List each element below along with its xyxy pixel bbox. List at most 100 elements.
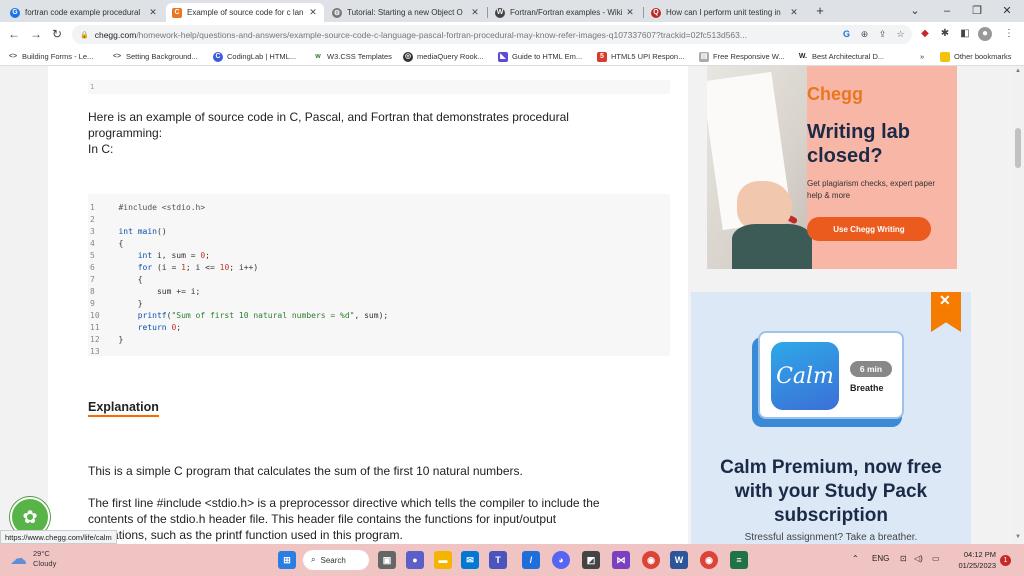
calm-headline: Calm Premium, now free with your Study P… [720,457,942,526]
activity-label: Breathe [850,383,884,393]
chrome-active-icon[interactable]: ◉ [700,551,718,569]
tab-tutorial[interactable]: ⚙ Tutorial: Starting a new Object O ✕ [326,3,486,22]
google-icon: G [10,7,20,18]
line-number: 10 [90,311,100,320]
bookmark-item[interactable]: <> Building Forms - Le... [8,50,93,63]
extension-icon[interactable]: ◆ [918,27,932,41]
address-bar[interactable]: 🔒 chegg.com/homework-help/questions-and-… [72,25,912,44]
menu-kebab-icon[interactable]: ⋮ [1002,27,1016,41]
profile-avatar-icon[interactable]: ● [978,27,992,41]
weather-temp: 29°C [33,549,50,558]
folder-icon [940,51,950,62]
cloud-icon: ☁ [10,549,27,568]
tab-search-button[interactable]: ⌄ [900,2,930,20]
network-icon[interactable]: ⊡ [900,554,907,563]
weather-widget[interactable]: ☁ 29°C Cloudy [10,549,56,569]
detail-line: contents of the stdio.h header file. Thi… [88,512,557,526]
chegg-ad[interactable]: Chegg Writing lab closed? Get plagiarism… [707,66,957,269]
other-bookmarks[interactable]: Other bookmarks [940,50,1012,63]
notes-icon[interactable]: ≡ [730,551,748,569]
html5-icon: 5 [597,51,607,62]
close-ad-icon[interactable]: ✕ [939,292,951,309]
close-tab-icon[interactable]: ✕ [789,7,799,18]
w-icon: W. [798,52,808,60]
bookmark-item[interactable]: ▤ Free Responsive W... [699,50,785,63]
bookmark-item[interactable]: <> Setting Background... [112,50,198,63]
tab-google-search[interactable]: G fortran code example procedural ✕ [4,3,164,22]
volume-icon[interactable]: ◁) [914,554,923,563]
code-text: return 0; [137,323,182,332]
file-explorer-icon[interactable]: ▬ [434,551,452,569]
close-tab-icon[interactable]: ✕ [470,7,480,18]
extensions-puzzle-icon[interactable]: ✱ [938,27,952,41]
tab-quora[interactable]: Q How can I perform unit testing in ✕ [645,3,805,22]
editor-icon[interactable]: / [522,551,540,569]
line-number: 8 [90,287,95,296]
chat-icon[interactable]: ● [406,551,424,569]
back-arrow-icon[interactable]: ← [6,26,22,42]
start-windows-icon[interactable]: ⊞ [278,551,296,569]
use-chegg-writing-button[interactable]: Use Chegg Writing [807,217,931,241]
code-text: } [104,299,143,308]
line-number: 4 [90,239,95,248]
bookmark-item[interactable]: w W3.CSS Templates [313,50,392,63]
close-tab-icon[interactable]: ✕ [148,7,158,18]
visual-studio-icon[interactable]: ⋈ [612,551,630,569]
notification-badge[interactable]: 1 [1000,555,1011,566]
teams-icon[interactable]: T [489,551,507,569]
calm-ad[interactable]: ✕ Calm 6 min Breathe Calm Premium, now f… [691,292,971,544]
bookmark-star-icon[interactable]: ☆ [894,28,907,41]
scroll-thumb[interactable] [1015,128,1021,168]
battery-icon[interactable]: ▭ [932,554,940,563]
tray-overflow-icon[interactable]: ⌃ [852,554,859,563]
line-number: 1 [90,203,95,212]
new-tab-button[interactable]: + [812,3,828,19]
tab-chegg-active[interactable]: C Example of source code for c lan ✕ [166,3,324,22]
task-view-icon[interactable]: ▣ [378,551,396,569]
tab-wikibooks[interactable]: W Fortran/Fortran examples - Wiki ✕ [489,3,641,22]
language-indicator[interactable]: ENG [872,554,889,563]
side-panel-icon[interactable]: ◧ [958,27,972,41]
calm-subtext: Stressful assignment? Take a breather. [744,532,918,543]
system-clock[interactable]: 04:12 PM 01/25/2023 [952,549,996,571]
close-window-button[interactable]: ✕ [992,2,1022,20]
photos-icon[interactable]: ◩ [582,551,600,569]
scroll-down-icon[interactable]: ▼ [1015,534,1021,540]
mail-icon[interactable]: ✉ [461,551,479,569]
chegg-headline: Writing lab closed? [807,121,910,167]
bookmark-item[interactable]: ◎ mediaQuery Rook... [403,50,484,63]
scroll-up-icon[interactable]: ▲ [1015,68,1021,74]
taskbar-search[interactable]: ⌕ Search [303,550,369,570]
answer-article: 1 Here is an example of source code in C… [48,66,688,544]
bookmark-item[interactable]: W. Best Architectural D... [798,50,884,63]
tab-title: How can I perform unit testing in [666,8,781,17]
code-text: for (i = 1; i <= 10; i++) [137,263,259,272]
word-icon[interactable]: W [670,551,688,569]
discord-icon[interactable]: ◕ [552,551,570,569]
line-number: 5 [90,251,95,260]
search-label: Search [320,555,346,565]
code-line: 1 #include <stdio.h> [88,202,670,214]
share-icon[interactable]: ⇪ [876,28,889,41]
close-tab-icon[interactable]: ✕ [308,7,318,18]
bookmarks-overflow-button[interactable]: » [920,50,924,63]
chrome-icon[interactable]: ◉ [642,551,660,569]
tab-title: Fortran/Fortran examples - Wiki [510,8,623,17]
bookmark-label: mediaQuery Rook... [417,52,484,61]
page-scrollbar[interactable]: ▲ ▼ [1012,66,1024,544]
restore-button[interactable]: ❐ [962,2,992,20]
weather-desc: Cloudy [33,559,57,568]
reload-icon[interactable]: ↻ [49,26,65,42]
sleeve-shape [732,224,812,269]
bookmark-item[interactable]: ◣ Guide to HTML Em... [498,50,582,63]
chegg-subtext: Get plagiarism checks, expert paper help… [807,179,936,200]
google-lens-icon[interactable]: G [840,28,853,41]
zoom-icon[interactable]: ⊕ [858,28,871,41]
forward-arrow-icon[interactable]: → [28,26,44,42]
minimize-button[interactable]: – [932,2,962,20]
bookmark-label: CodingLab | HTML... [227,52,297,61]
close-tab-icon[interactable]: ✕ [625,7,635,18]
bookmark-item[interactable]: 5 HTML5 UPI Respon... [597,50,684,63]
bookmark-item[interactable]: C CodingLab | HTML... [213,50,296,63]
